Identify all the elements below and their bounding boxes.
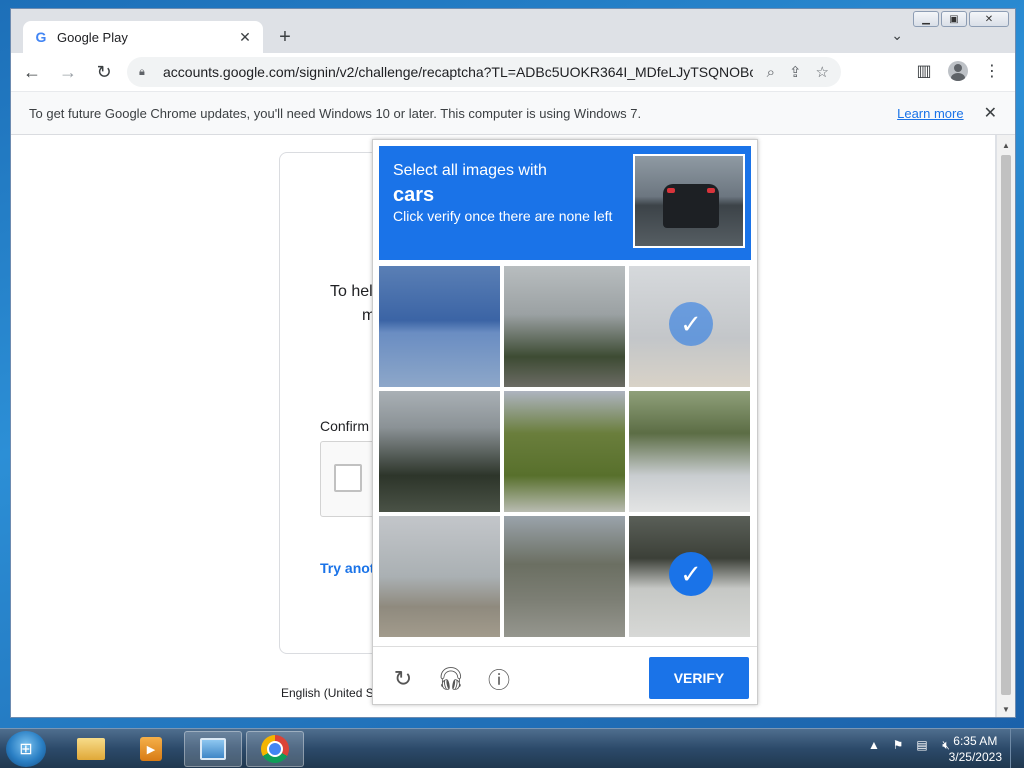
- scroll-up-arrow-icon[interactable]: ▲: [997, 137, 1015, 153]
- confirm-label: Confirm: [320, 418, 370, 434]
- control-panel-icon: [200, 738, 226, 760]
- chrome-taskbar-button[interactable]: [246, 731, 304, 767]
- profile-button[interactable]: [945, 57, 971, 85]
- captcha-example-image: [633, 154, 745, 248]
- toolbar-right: ▥ ⋮: [911, 57, 1005, 85]
- menu-kebab-icon[interactable]: ⋮: [979, 57, 1005, 85]
- clock[interactable]: 6:35 AM 3/25/2023: [949, 733, 1002, 765]
- control-panel-taskbar-button[interactable]: [184, 731, 242, 767]
- bookmark-star-icon[interactable]: ☆: [816, 63, 829, 81]
- tail-light-right: [707, 188, 715, 193]
- system-tray: ▲ ⚑ ▤ 🔇︎: [866, 737, 954, 753]
- vertical-scrollbar[interactable]: ▲ ▼: [997, 135, 1015, 717]
- side-panel-icon[interactable]: ▥: [911, 57, 937, 85]
- captcha-tile[interactable]: [504, 266, 625, 387]
- update-infobar: To get future Google Chrome updates, you…: [11, 91, 1015, 135]
- audio-challenge-icon[interactable]: 🎧︎: [437, 665, 465, 693]
- captcha-tile[interactable]: [379, 516, 500, 637]
- captcha-tile[interactable]: [379, 266, 500, 387]
- recaptcha-challenge: Select all images with cars Click verify…: [372, 139, 758, 705]
- try-another-way-link[interactable]: Try anot: [320, 560, 374, 576]
- share-icon[interactable]: ⇪: [789, 63, 802, 81]
- reload-icon[interactable]: ↻: [89, 57, 119, 87]
- signin-description: To hel: [330, 283, 373, 300]
- close-infobar-icon[interactable]: ✕: [984, 103, 997, 123]
- captcha-tile[interactable]: [379, 391, 500, 512]
- captcha-tile[interactable]: [504, 516, 625, 637]
- reload-icon[interactable]: ↻: [389, 665, 417, 693]
- media-player-icon: ▶: [140, 737, 162, 761]
- address-bar[interactable]: 🔒︎ accounts.google.com/signin/v2/challen…: [127, 57, 841, 87]
- back-arrow-icon[interactable]: ←: [17, 57, 47, 87]
- scroll-down-arrow-icon[interactable]: ▼: [997, 701, 1015, 717]
- new-tab-button[interactable]: +: [273, 25, 297, 49]
- learn-more-link[interactable]: Learn more: [897, 106, 963, 121]
- language-selector[interactable]: English (United S: [281, 686, 374, 700]
- zoom-search-icon[interactable]: ⌕: [767, 64, 775, 81]
- clock-time: 6:35 AM: [953, 734, 998, 748]
- media-player-taskbar-button[interactable]: ▶: [122, 731, 180, 767]
- url-text[interactable]: accounts.google.com/signin/v2/challenge/…: [163, 64, 753, 80]
- explorer-taskbar-button[interactable]: [62, 731, 120, 767]
- captcha-target: cars: [393, 184, 435, 206]
- network-icon[interactable]: ▤: [914, 737, 930, 753]
- avatar-icon: [948, 61, 968, 81]
- captcha-tile[interactable]: [504, 391, 625, 512]
- google-favicon-icon: G: [35, 29, 47, 45]
- info-icon[interactable]: ⓘ: [485, 665, 513, 693]
- tab-search-chevron-icon[interactable]: ⌄: [891, 27, 903, 44]
- toolbar: ← → ↻ 🔒︎ accounts.google.com/signin/v2/c…: [11, 53, 1015, 91]
- page-content: To hel m Confirm Try anot English (Unite…: [11, 135, 995, 717]
- verify-button[interactable]: VERIFY: [649, 657, 749, 699]
- chrome-icon: [261, 735, 289, 763]
- browser-window: ▁ ▣ ✕ G Google Play ✕ + ⌄ ← → ↻ 🔒︎ accou…: [10, 8, 1016, 718]
- infobar-message: To get future Google Chrome updates, you…: [29, 105, 642, 121]
- tab-strip: G Google Play ✕ + ⌄: [11, 9, 1015, 53]
- close-tab-icon[interactable]: ✕: [237, 29, 253, 46]
- taskbar: ⊞ ▶ ▲ ⚑ ▤ 🔇︎ 6:35 AM 3/25/2023: [0, 728, 1024, 768]
- captcha-subinstruction: Click verify once there are none left: [393, 208, 613, 224]
- captcha-header: Select all images with cars Click verify…: [379, 146, 751, 260]
- action-center-flag-icon[interactable]: ⚑: [890, 737, 906, 753]
- show-desktop-button[interactable]: [1010, 729, 1024, 768]
- captcha-footer: ↻ 🎧︎ ⓘ VERIFY: [373, 646, 757, 704]
- forward-arrow-icon[interactable]: →: [53, 57, 83, 87]
- start-button[interactable]: ⊞: [6, 731, 46, 767]
- captcha-instruction: Select all images with: [393, 162, 547, 179]
- recaptcha-checkbox[interactable]: [334, 464, 362, 492]
- captcha-tile[interactable]: ✓: [629, 516, 750, 637]
- scroll-thumb[interactable]: [1001, 155, 1011, 695]
- folder-icon: [77, 738, 105, 760]
- selected-check-icon: ✓: [669, 552, 713, 596]
- tab-title: Google Play: [57, 29, 128, 45]
- lock-icon[interactable]: 🔒︎: [139, 66, 153, 79]
- captcha-tile[interactable]: [629, 391, 750, 512]
- selected-check-icon: ✓: [669, 302, 713, 346]
- tail-light-left: [667, 188, 675, 193]
- tab-google-play[interactable]: G Google Play ✕: [23, 21, 263, 53]
- captcha-tile[interactable]: ✓: [629, 266, 750, 387]
- captcha-image-grid: ✓ ✓: [379, 266, 751, 638]
- clock-date: 3/25/2023: [948, 750, 1002, 764]
- show-hidden-icons-icon[interactable]: ▲: [866, 737, 882, 753]
